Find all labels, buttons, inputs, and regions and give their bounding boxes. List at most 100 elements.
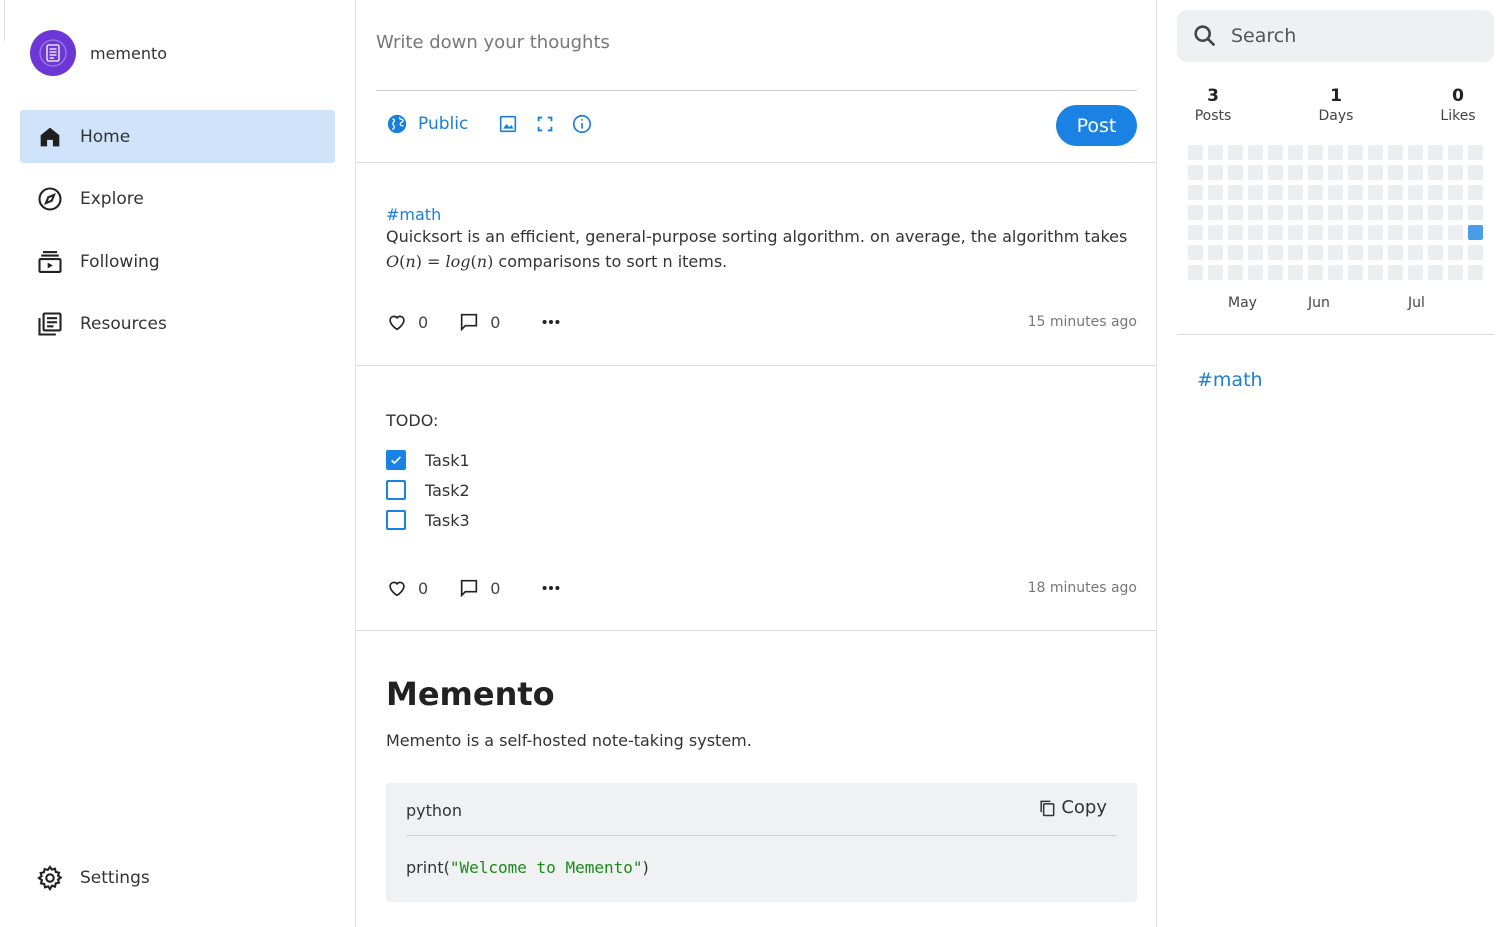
heatmap-cell[interactable] [1348,205,1363,220]
heatmap-cell[interactable] [1288,165,1303,180]
sidebar-item-home[interactable]: Home [20,110,335,163]
heatmap-cell[interactable] [1348,145,1363,160]
heatmap-cell[interactable] [1288,245,1303,260]
heatmap-cell[interactable] [1348,265,1363,280]
heatmap-cell[interactable] [1208,265,1223,280]
heatmap-cell[interactable] [1368,145,1383,160]
info-button[interactable] [571,113,593,135]
heatmap-cell[interactable] [1368,245,1383,260]
heatmap-cell[interactable] [1268,205,1283,220]
heatmap-cell[interactable] [1428,185,1443,200]
heatmap-cell[interactable] [1308,205,1323,220]
heatmap-cell[interactable] [1228,265,1243,280]
heatmap-cell[interactable] [1328,245,1343,260]
task-checkbox[interactable] [386,510,406,530]
heatmap-cell[interactable] [1388,185,1403,200]
heatmap-cell[interactable] [1328,265,1343,280]
post-input[interactable] [376,32,1137,53]
heatmap-cell[interactable] [1308,265,1323,280]
heatmap-cell[interactable] [1448,265,1463,280]
heatmap-cell[interactable] [1348,225,1363,240]
heatmap-cell[interactable] [1288,205,1303,220]
heatmap-cell[interactable] [1328,205,1343,220]
heatmap-cell[interactable] [1368,205,1383,220]
heatmap-cell[interactable] [1268,265,1283,280]
like-button[interactable]: 0 [386,311,428,333]
post-button[interactable]: Post [1056,105,1137,146]
heatmap-cell[interactable] [1288,225,1303,240]
post-tag[interactable]: #math [386,205,1136,224]
heatmap-cell[interactable] [1208,145,1223,160]
heatmap-cell[interactable] [1408,205,1423,220]
sidebar-item-resources[interactable]: Resources [20,298,335,351]
heatmap-cell[interactable] [1248,205,1263,220]
heatmap-cell[interactable] [1188,265,1203,280]
task-checkbox[interactable] [386,480,406,500]
more-button[interactable] [540,311,562,333]
heatmap-cell[interactable] [1408,245,1423,260]
heatmap-cell[interactable] [1408,145,1423,160]
heatmap-cell[interactable] [1308,145,1323,160]
heatmap-cell[interactable] [1208,205,1223,220]
like-button[interactable]: 0 [386,577,428,599]
heatmap-cell[interactable] [1288,145,1303,160]
heatmap-cell[interactable] [1408,265,1423,280]
fullscreen-button[interactable] [534,113,556,135]
heatmap-cell[interactable] [1208,185,1223,200]
heatmap-cell[interactable] [1468,265,1483,280]
heatmap-cell[interactable] [1368,225,1383,240]
heatmap-cell[interactable] [1468,165,1483,180]
heatmap-cell[interactable] [1268,225,1283,240]
heatmap-cell[interactable] [1428,265,1443,280]
heatmap-cell[interactable] [1348,185,1363,200]
heatmap-cell[interactable] [1208,225,1223,240]
heatmap-cell[interactable] [1328,165,1343,180]
heatmap-cell[interactable] [1248,245,1263,260]
heatmap-cell[interactable] [1428,225,1443,240]
heatmap-cell[interactable] [1448,145,1463,160]
heatmap-cell[interactable] [1468,245,1483,260]
heatmap-cell[interactable] [1248,225,1263,240]
heatmap-cell[interactable] [1348,165,1363,180]
more-button[interactable] [540,577,562,599]
heatmap-cell[interactable] [1248,265,1263,280]
heatmap-cell[interactable] [1448,185,1463,200]
heatmap-cell[interactable] [1388,165,1403,180]
heatmap-cell[interactable] [1268,185,1283,200]
heatmap-cell[interactable] [1188,245,1203,260]
heatmap-cell[interactable] [1428,245,1443,260]
heatmap-cell[interactable] [1448,165,1463,180]
heatmap-cell[interactable] [1468,145,1483,160]
heatmap-cell[interactable] [1448,225,1463,240]
task-checkbox[interactable] [386,450,406,470]
heatmap-cell[interactable] [1428,145,1443,160]
heatmap-cell[interactable] [1428,165,1443,180]
heatmap-cell[interactable] [1388,245,1403,260]
heatmap-cell[interactable] [1188,205,1203,220]
search-input[interactable] [1231,25,1481,47]
heatmap-cell[interactable] [1268,245,1283,260]
tag-link[interactable]: #math [1197,369,1263,391]
heatmap-cell[interactable] [1408,185,1423,200]
heatmap-cell[interactable] [1468,185,1483,200]
insert-image-button[interactable] [497,113,519,135]
sidebar-item-following[interactable]: Following [20,235,335,288]
heatmap-cell[interactable] [1228,205,1243,220]
heatmap-cell[interactable] [1388,265,1403,280]
heatmap-cell[interactable] [1188,165,1203,180]
heatmap-cell[interactable] [1228,245,1243,260]
heatmap-cell[interactable] [1328,225,1343,240]
heatmap-cell[interactable] [1308,225,1323,240]
heatmap-cell[interactable] [1428,205,1443,220]
sidebar-item-explore[interactable]: Explore [20,173,335,226]
heatmap-cell[interactable] [1248,185,1263,200]
heatmap-cell[interactable] [1348,245,1363,260]
heatmap-cell[interactable] [1208,165,1223,180]
heatmap-cell[interactable] [1328,185,1343,200]
heatmap-cell[interactable] [1268,165,1283,180]
heatmap-cell[interactable] [1228,165,1243,180]
heatmap-cell[interactable] [1468,205,1483,220]
heatmap-cell[interactable] [1268,145,1283,160]
brand[interactable]: memento [30,30,167,76]
copy-button[interactable]: Copy [1037,797,1107,818]
